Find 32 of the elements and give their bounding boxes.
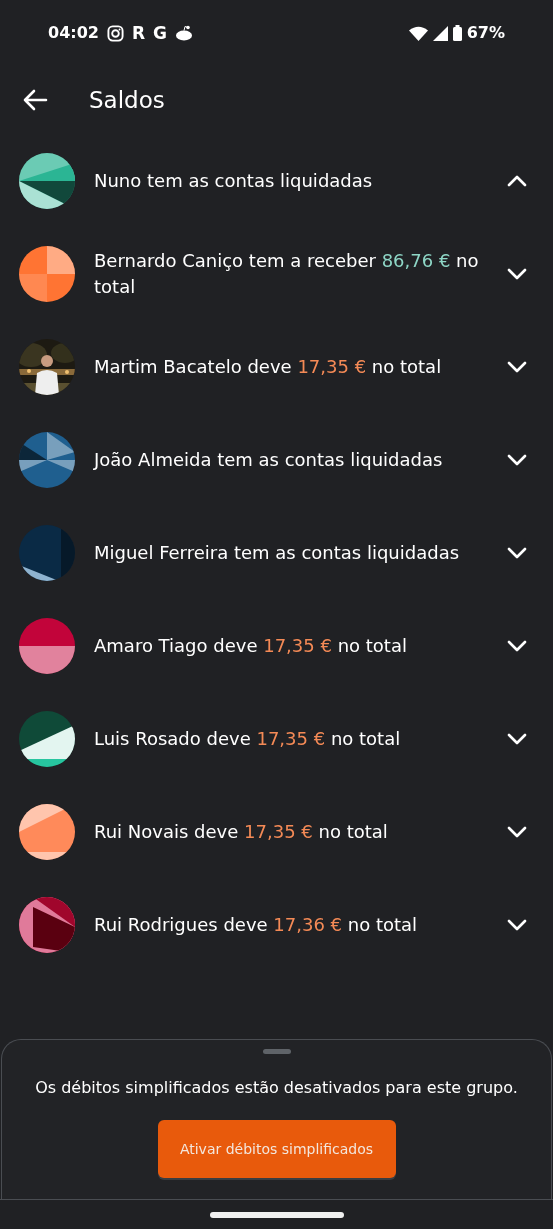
balance-text: Rui Rodrigues deve 17,36 € no total: [94, 912, 419, 937]
page-title: Saldos: [89, 85, 165, 115]
battery-icon: [452, 25, 462, 41]
enable-button[interactable]: Ativar débitos simplificados: [157, 1120, 396, 1178]
balance-text: Luis Rosado deve 17,35 € no total: [94, 726, 402, 751]
alien-icon: [175, 25, 193, 41]
chevron-down-icon[interactable]: [507, 639, 527, 652]
sheet-message: Os débitos simplificados estão desativados para este grupo.: [34, 1077, 519, 1099]
balance-text: João Almeida tem as contas liquidadas: [94, 447, 444, 472]
signal-icon: [432, 25, 448, 41]
balance-text: Miguel Ferreira tem as contas liquidadas: [94, 540, 461, 565]
balance-text: Bernardo Caniço tem a receber 86,76 € no total: [94, 248, 480, 299]
chevron-down-icon[interactable]: [507, 453, 527, 466]
chevron-down-icon[interactable]: [507, 546, 527, 559]
home-indicator[interactable]: [209, 1211, 344, 1218]
wifi-icon: [408, 25, 428, 41]
battery-percentage: 67%: [466, 22, 505, 44]
balance-text: Martim Bacatelo deve 17,35 € no total: [94, 354, 443, 379]
chevron-down-icon[interactable]: [507, 267, 527, 280]
chevron-down-icon[interactable]: [507, 918, 527, 931]
chevron-down-icon[interactable]: [507, 825, 527, 838]
camera-icon: [106, 24, 124, 42]
chevron-down-icon[interactable]: [507, 360, 527, 373]
balance-text: Nuno tem as contas liquidadas: [94, 168, 374, 193]
balance-text: Amaro Tiago deve 17,35 € no total: [94, 633, 408, 658]
chevron-up-icon[interactable]: [507, 174, 527, 187]
app-notification-icon: G: [153, 24, 167, 42]
chevron-down-icon[interactable]: [507, 732, 527, 745]
app-notification-icon: R: [131, 24, 146, 42]
drag-handle[interactable]: [262, 1049, 291, 1054]
clock: 04:02: [48, 22, 99, 44]
balance-text: Rui Novais deve 17,35 € no total: [94, 819, 389, 844]
